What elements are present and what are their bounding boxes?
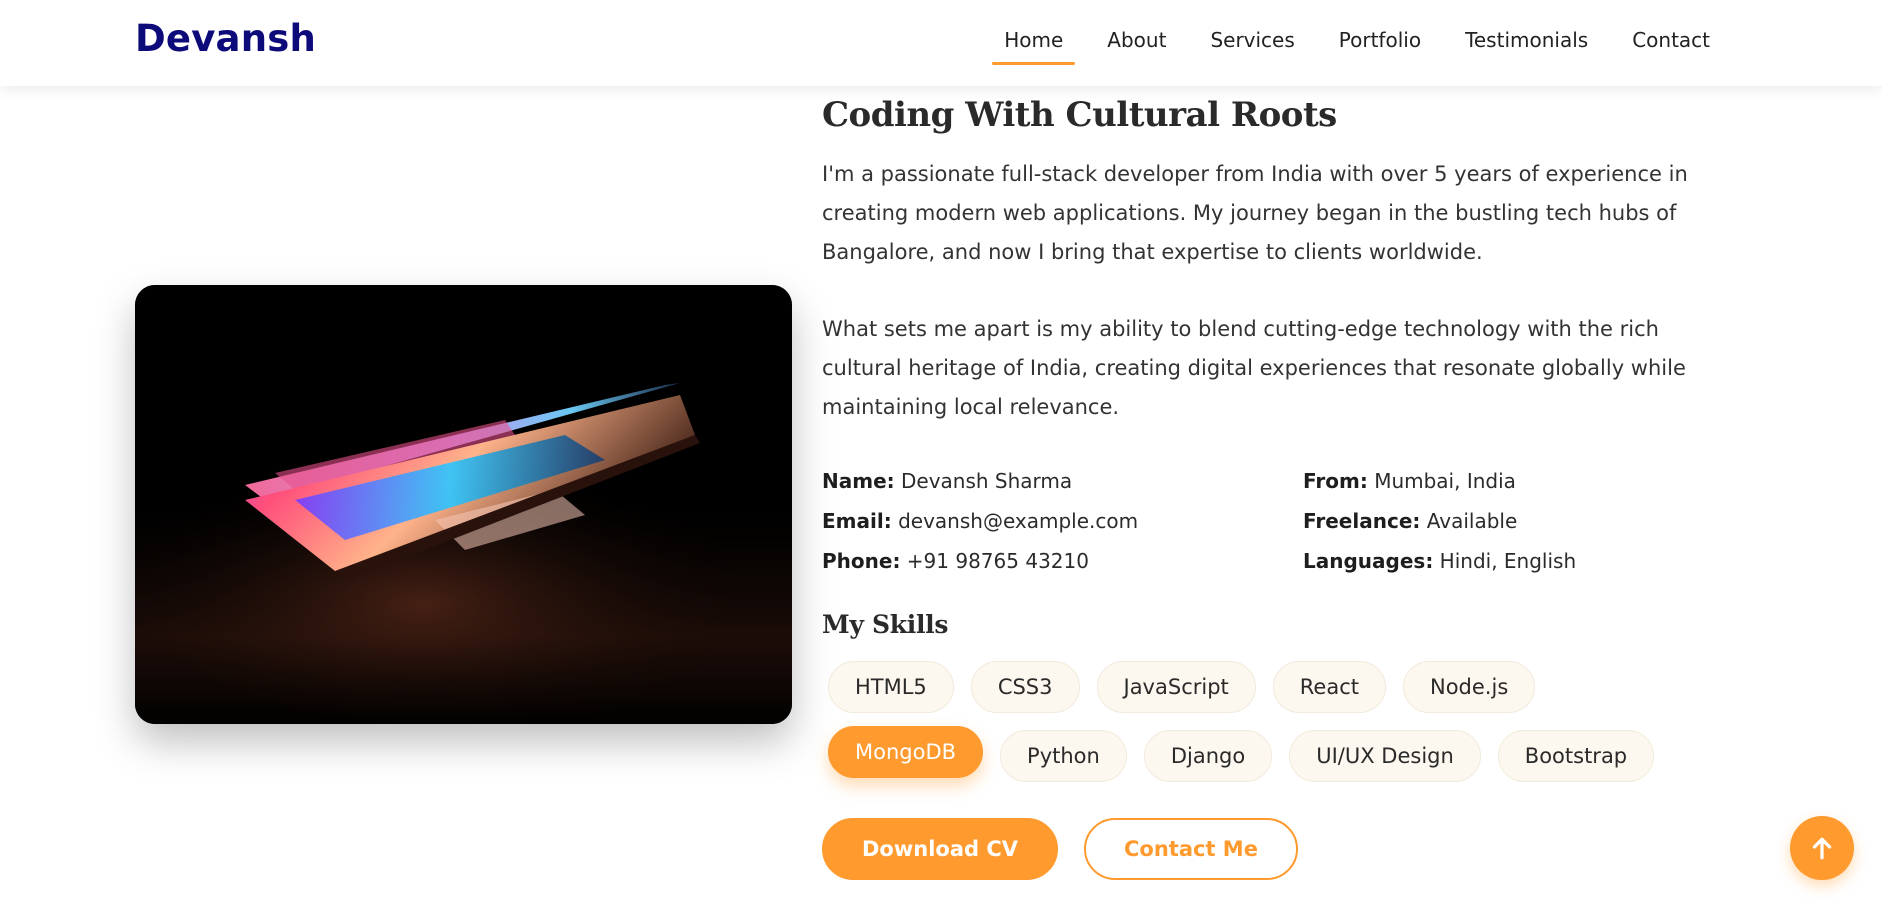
nav-home[interactable]: Home <box>982 0 1085 86</box>
info-label: Languages: <box>1303 549 1434 573</box>
about-section: Coding With Cultural Roots I'm a passion… <box>822 95 1722 880</box>
info-value: Available <box>1426 509 1518 533</box>
skill-tag[interactable]: HTML5 <box>828 661 954 713</box>
nav-contact[interactable]: Contact <box>1610 0 1732 86</box>
info-label: Phone: <box>822 549 901 573</box>
info-from: From: Mumbai, India <box>1303 465 1723 497</box>
skill-tag[interactable]: Python <box>1000 730 1127 782</box>
skill-tag[interactable]: UI/UX Design <box>1289 730 1481 782</box>
cta-buttons: Download CV Contact Me <box>822 818 1722 880</box>
laptop-illustration <box>135 285 792 724</box>
nav-about[interactable]: About <box>1085 0 1188 86</box>
info-languages: Languages: Hindi, English <box>1303 545 1723 577</box>
skill-tag-highlighted[interactable]: MongoDB <box>828 726 984 778</box>
back-to-top-button[interactable] <box>1790 816 1854 880</box>
info-value: +91 98765 43210 <box>906 549 1089 573</box>
skills-list: HTML5 CSS3 JavaScript React Node.js Mong… <box>822 661 1702 782</box>
arrow-up-icon <box>1812 837 1832 860</box>
info-email: Email: devansh@example.com <box>822 505 1303 537</box>
info-label: From: <box>1303 469 1368 493</box>
info-value: Hindi, English <box>1439 549 1577 573</box>
info-phone: Phone: +91 98765 43210 <box>822 545 1303 577</box>
skills-title: My Skills <box>822 610 949 639</box>
skill-tag[interactable]: Node.js <box>1403 661 1536 713</box>
personal-info: Name: Devansh Sharma From: Mumbai, India… <box>822 465 1722 577</box>
skill-tag[interactable]: Bootstrap <box>1497 730 1655 782</box>
info-value: devansh@example.com <box>898 509 1139 533</box>
about-laptop-image <box>135 285 792 724</box>
about-paragraph: I'm a passionate full-stack developer fr… <box>822 162 1688 264</box>
nav-portfolio[interactable]: Portfolio <box>1317 0 1443 86</box>
about-paragraph: What sets me apart is my ability to blen… <box>822 317 1686 419</box>
info-label: Freelance: <box>1303 509 1421 533</box>
navbar: Devansh Home About Services Portfolio Te… <box>0 0 1882 86</box>
nav-testimonials[interactable]: Testimonials <box>1443 0 1610 86</box>
skill-tag[interactable]: Django <box>1143 730 1273 782</box>
info-label: Email: <box>822 509 892 533</box>
info-label: Name: <box>822 469 895 493</box>
info-value: Devansh Sharma <box>901 469 1073 493</box>
info-name: Name: Devansh Sharma <box>822 465 1303 497</box>
skill-tag[interactable]: CSS3 <box>970 661 1080 713</box>
main-nav: Home About Services Portfolio Testimonia… <box>982 0 1732 86</box>
skill-tag[interactable]: React <box>1272 661 1386 713</box>
download-cv-button[interactable]: Download CV <box>822 818 1059 880</box>
about-heading: Coding With Cultural Roots <box>822 95 1337 135</box>
nav-services[interactable]: Services <box>1188 0 1316 86</box>
skill-tag[interactable]: JavaScript <box>1096 661 1256 713</box>
info-value: Mumbai, India <box>1374 469 1516 493</box>
brand-logo[interactable]: Devansh <box>135 17 316 60</box>
info-freelance: Freelance: Available <box>1303 505 1723 537</box>
contact-me-button[interactable]: Contact Me <box>1084 818 1298 880</box>
